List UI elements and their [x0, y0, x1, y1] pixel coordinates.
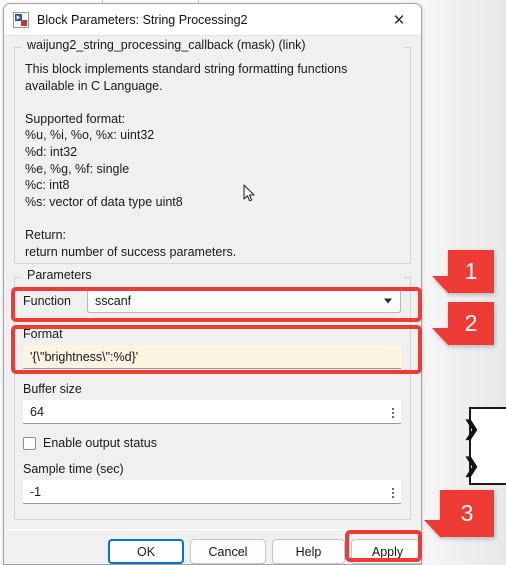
- block-description-text: This block implements standard string fo…: [25, 62, 348, 259]
- block-input-port-icon: ❯: [463, 418, 480, 440]
- close-icon[interactable]: ✕: [377, 4, 421, 35]
- sample-time-input[interactable]: -1: [23, 480, 401, 504]
- simulink-block-icon: [13, 11, 29, 28]
- mask-callback-label: waijung2_string_processing_callback (mas…: [24, 38, 309, 52]
- callout-step-2: 2: [432, 302, 494, 346]
- format-input[interactable]: '{\"brightness\":%d}': [23, 345, 401, 369]
- function-row: Function sscanf: [23, 289, 401, 313]
- help-button[interactable]: Help: [272, 539, 345, 564]
- function-label: Function: [23, 294, 71, 308]
- function-dropdown-value: sscanf: [95, 294, 132, 308]
- callout-tail-icon: [432, 328, 449, 346]
- buffer-size-options-icon[interactable]: [386, 404, 399, 421]
- dialog-title: Block Parameters: String Processing2: [37, 12, 248, 27]
- dialog-title-bar[interactable]: Block Parameters: String Processing2 ✕: [4, 4, 421, 36]
- block-input-port-icon: ❯: [463, 455, 480, 477]
- buffer-size-label: Buffer size: [23, 382, 82, 396]
- apply-button[interactable]: Apply: [351, 539, 421, 564]
- format-input-value: '{\"brightness\":%d}': [30, 349, 139, 364]
- function-dropdown[interactable]: sscanf: [87, 289, 401, 313]
- callout-tail-icon: [432, 276, 449, 294]
- enable-output-status-checkbox[interactable]: [23, 436, 36, 450]
- callout-step-3-number: 3: [460, 500, 474, 526]
- cancel-button[interactable]: Cancel: [190, 539, 266, 564]
- buffer-size-row: Buffer size 64: [23, 382, 401, 424]
- format-row: Format '{\"brightness\":%d}': [23, 327, 401, 369]
- buffer-size-input-value: 64: [30, 404, 44, 419]
- enable-output-status-label: Enable output status: [43, 436, 157, 450]
- callout-step-1: 1: [432, 250, 494, 294]
- callout-step-1-number: 1: [464, 258, 478, 284]
- parameters-label: Parameters: [24, 268, 95, 282]
- dialog-body: waijung2_string_processing_callback (mas…: [4, 38, 421, 564]
- sample-time-row: Sample time (sec) -1: [23, 462, 401, 504]
- callout-step-3: 3: [424, 490, 494, 538]
- sample-time-input-value: -1: [30, 484, 42, 499]
- ok-button[interactable]: OK: [108, 539, 184, 564]
- sample-time-label: Sample time (sec): [23, 462, 124, 476]
- description-groupbox: waijung2_string_processing_callback (mas…: [14, 38, 411, 264]
- parameters-groupbox: Parameters Function sscanf Format '{\"br…: [14, 268, 411, 520]
- dialog-button-bar: OK Cancel Help Apply: [4, 529, 421, 564]
- sample-time-options-icon[interactable]: [386, 484, 399, 501]
- buffer-size-input[interactable]: 64: [23, 400, 401, 424]
- format-label: Format: [23, 327, 63, 341]
- callout-tail-icon: [424, 520, 441, 538]
- callout-step-2-number: 2: [464, 310, 478, 336]
- block-parameters-dialog: Block Parameters: String Processing2 ✕ w…: [3, 3, 422, 565]
- chevron-down-icon: [384, 298, 392, 304]
- enable-output-status-row[interactable]: Enable output status: [23, 436, 401, 450]
